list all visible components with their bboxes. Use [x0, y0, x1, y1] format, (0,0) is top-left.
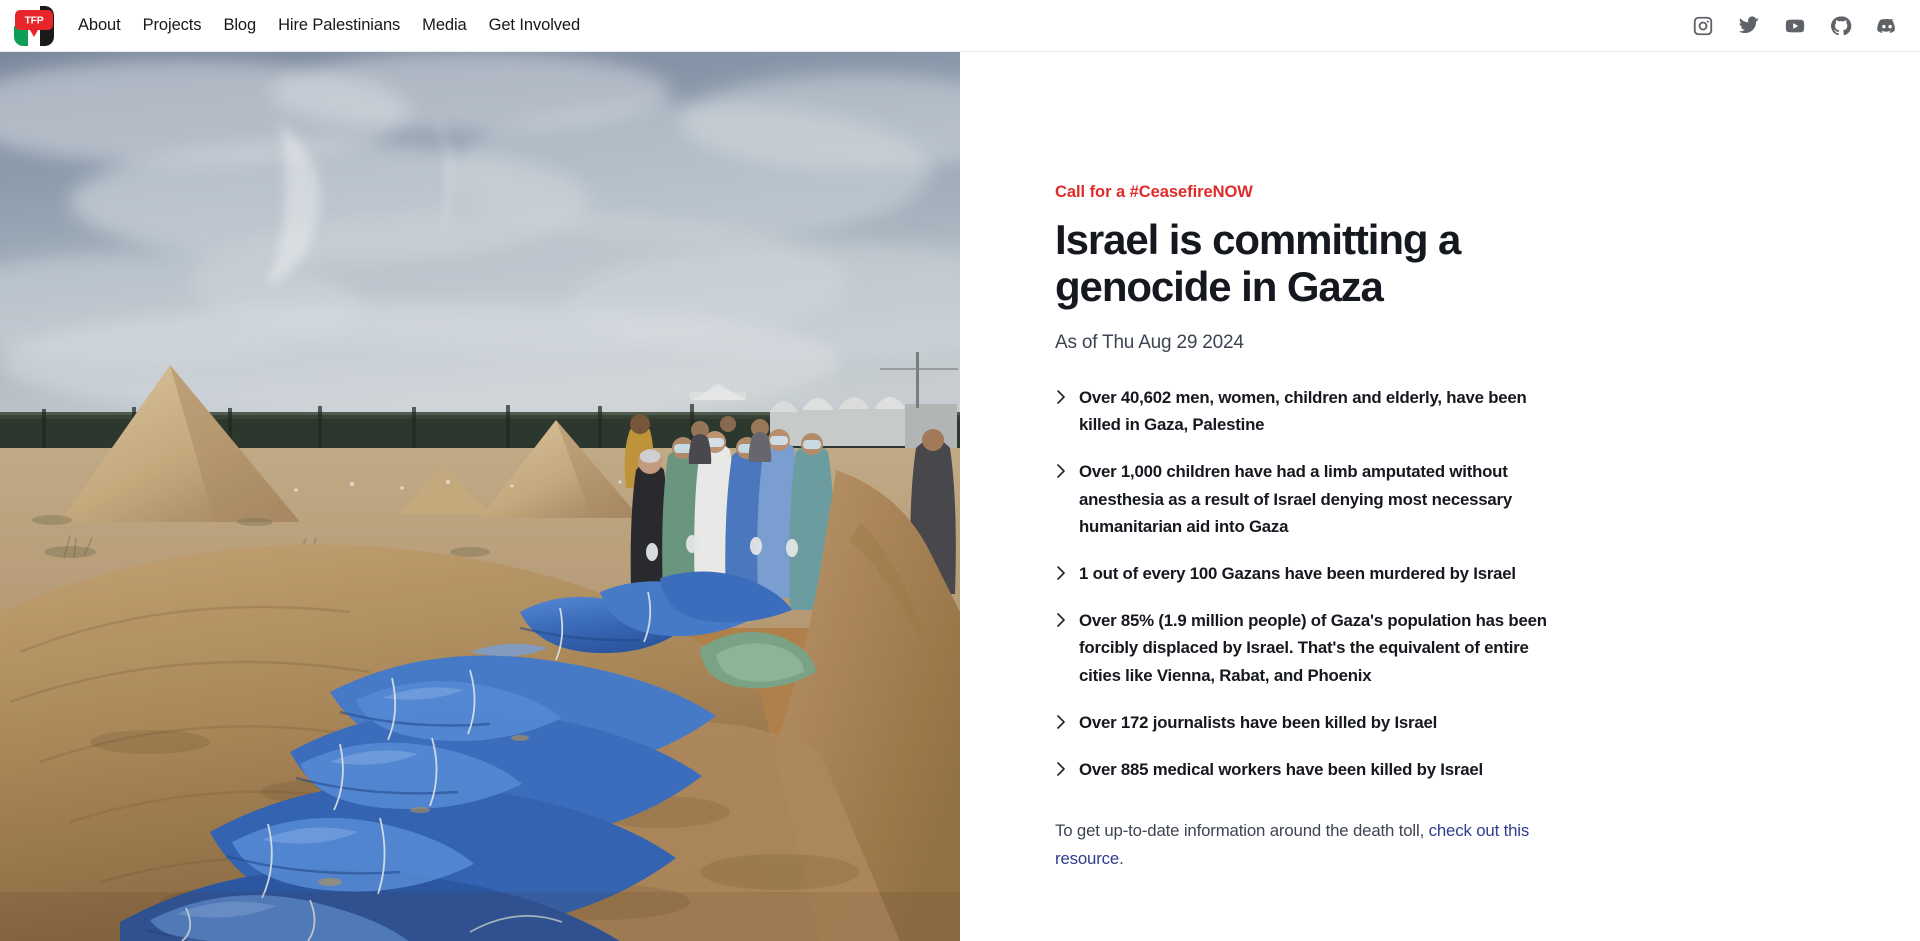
- chevron-right-icon: [1055, 758, 1067, 780]
- nav-blog[interactable]: Blog: [223, 17, 256, 34]
- list-item: Over 85% (1.9 million people) of Gaza's …: [1055, 607, 1565, 689]
- nav-about[interactable]: About: [78, 17, 121, 34]
- chevron-right-icon: [1055, 562, 1067, 584]
- chevron-right-icon: [1055, 386, 1067, 408]
- footnote-lead: To get up-to-date information around the…: [1055, 821, 1429, 841]
- tfp-logo[interactable]: TFP: [14, 5, 54, 46]
- fact-text: 1 out of every 100 Gazans have been murd…: [1079, 564, 1516, 584]
- nav-get-involved[interactable]: Get Involved: [489, 17, 581, 34]
- youtube-icon[interactable]: [1784, 15, 1806, 37]
- nav-projects[interactable]: Projects: [143, 17, 202, 34]
- list-item: Over 172 journalists have been killed by…: [1055, 709, 1565, 736]
- discord-icon[interactable]: [1876, 15, 1898, 37]
- footnote: To get up-to-date information around the…: [1055, 817, 1545, 871]
- chevron-right-icon: [1055, 711, 1067, 733]
- chevron-right-icon: [1055, 460, 1067, 482]
- social-links: [1692, 15, 1898, 37]
- svg-text:TFP: TFP: [25, 14, 44, 26]
- fact-text: Over 85% (1.9 million people) of Gaza's …: [1079, 611, 1547, 685]
- eyebrow-label: Call for a #CeasefireNOW: [1055, 183, 1253, 201]
- as-of-date: As of Thu Aug 29 2024: [1055, 332, 1244, 354]
- facts-list: Over 40,602 men, women, children and eld…: [1055, 384, 1565, 783]
- github-icon[interactable]: [1830, 15, 1852, 37]
- footnote-tail: .: [1119, 848, 1124, 868]
- list-item: 1 out of every 100 Gazans have been murd…: [1055, 560, 1565, 587]
- nav-hire-palestinians[interactable]: Hire Palestinians: [278, 17, 400, 34]
- list-item: Over 885 medical workers have been kille…: [1055, 756, 1565, 783]
- primary-nav: About Projects Blog Hire Palestinians Me…: [78, 17, 580, 34]
- list-item: Over 40,602 men, women, children and eld…: [1055, 384, 1565, 438]
- instagram-icon[interactable]: [1692, 15, 1714, 37]
- site-header: TFP About Projects Blog Hire Palestinian…: [0, 0, 1920, 52]
- page-title: Israel is committing a genocide in Gaza: [1055, 216, 1461, 311]
- gaza-mass-grave-photo: [0, 52, 960, 941]
- twitter-icon[interactable]: [1738, 15, 1760, 37]
- fact-text: Over 172 journalists have been killed by…: [1079, 712, 1438, 732]
- fact-text: Over 1,000 children have had a limb ampu…: [1079, 462, 1512, 536]
- fact-text: Over 885 medical workers have been kille…: [1079, 760, 1483, 780]
- chevron-right-icon: [1055, 609, 1067, 631]
- list-item: Over 1,000 children have had a limb ampu…: [1055, 458, 1565, 540]
- page-body: Call for a #CeasefireNOW Israel is commi…: [0, 52, 1920, 941]
- content-panel: Call for a #CeasefireNOW Israel is commi…: [1055, 183, 1565, 872]
- fact-text: Over 40,602 men, women, children and eld…: [1079, 388, 1527, 435]
- nav-media[interactable]: Media: [422, 17, 467, 34]
